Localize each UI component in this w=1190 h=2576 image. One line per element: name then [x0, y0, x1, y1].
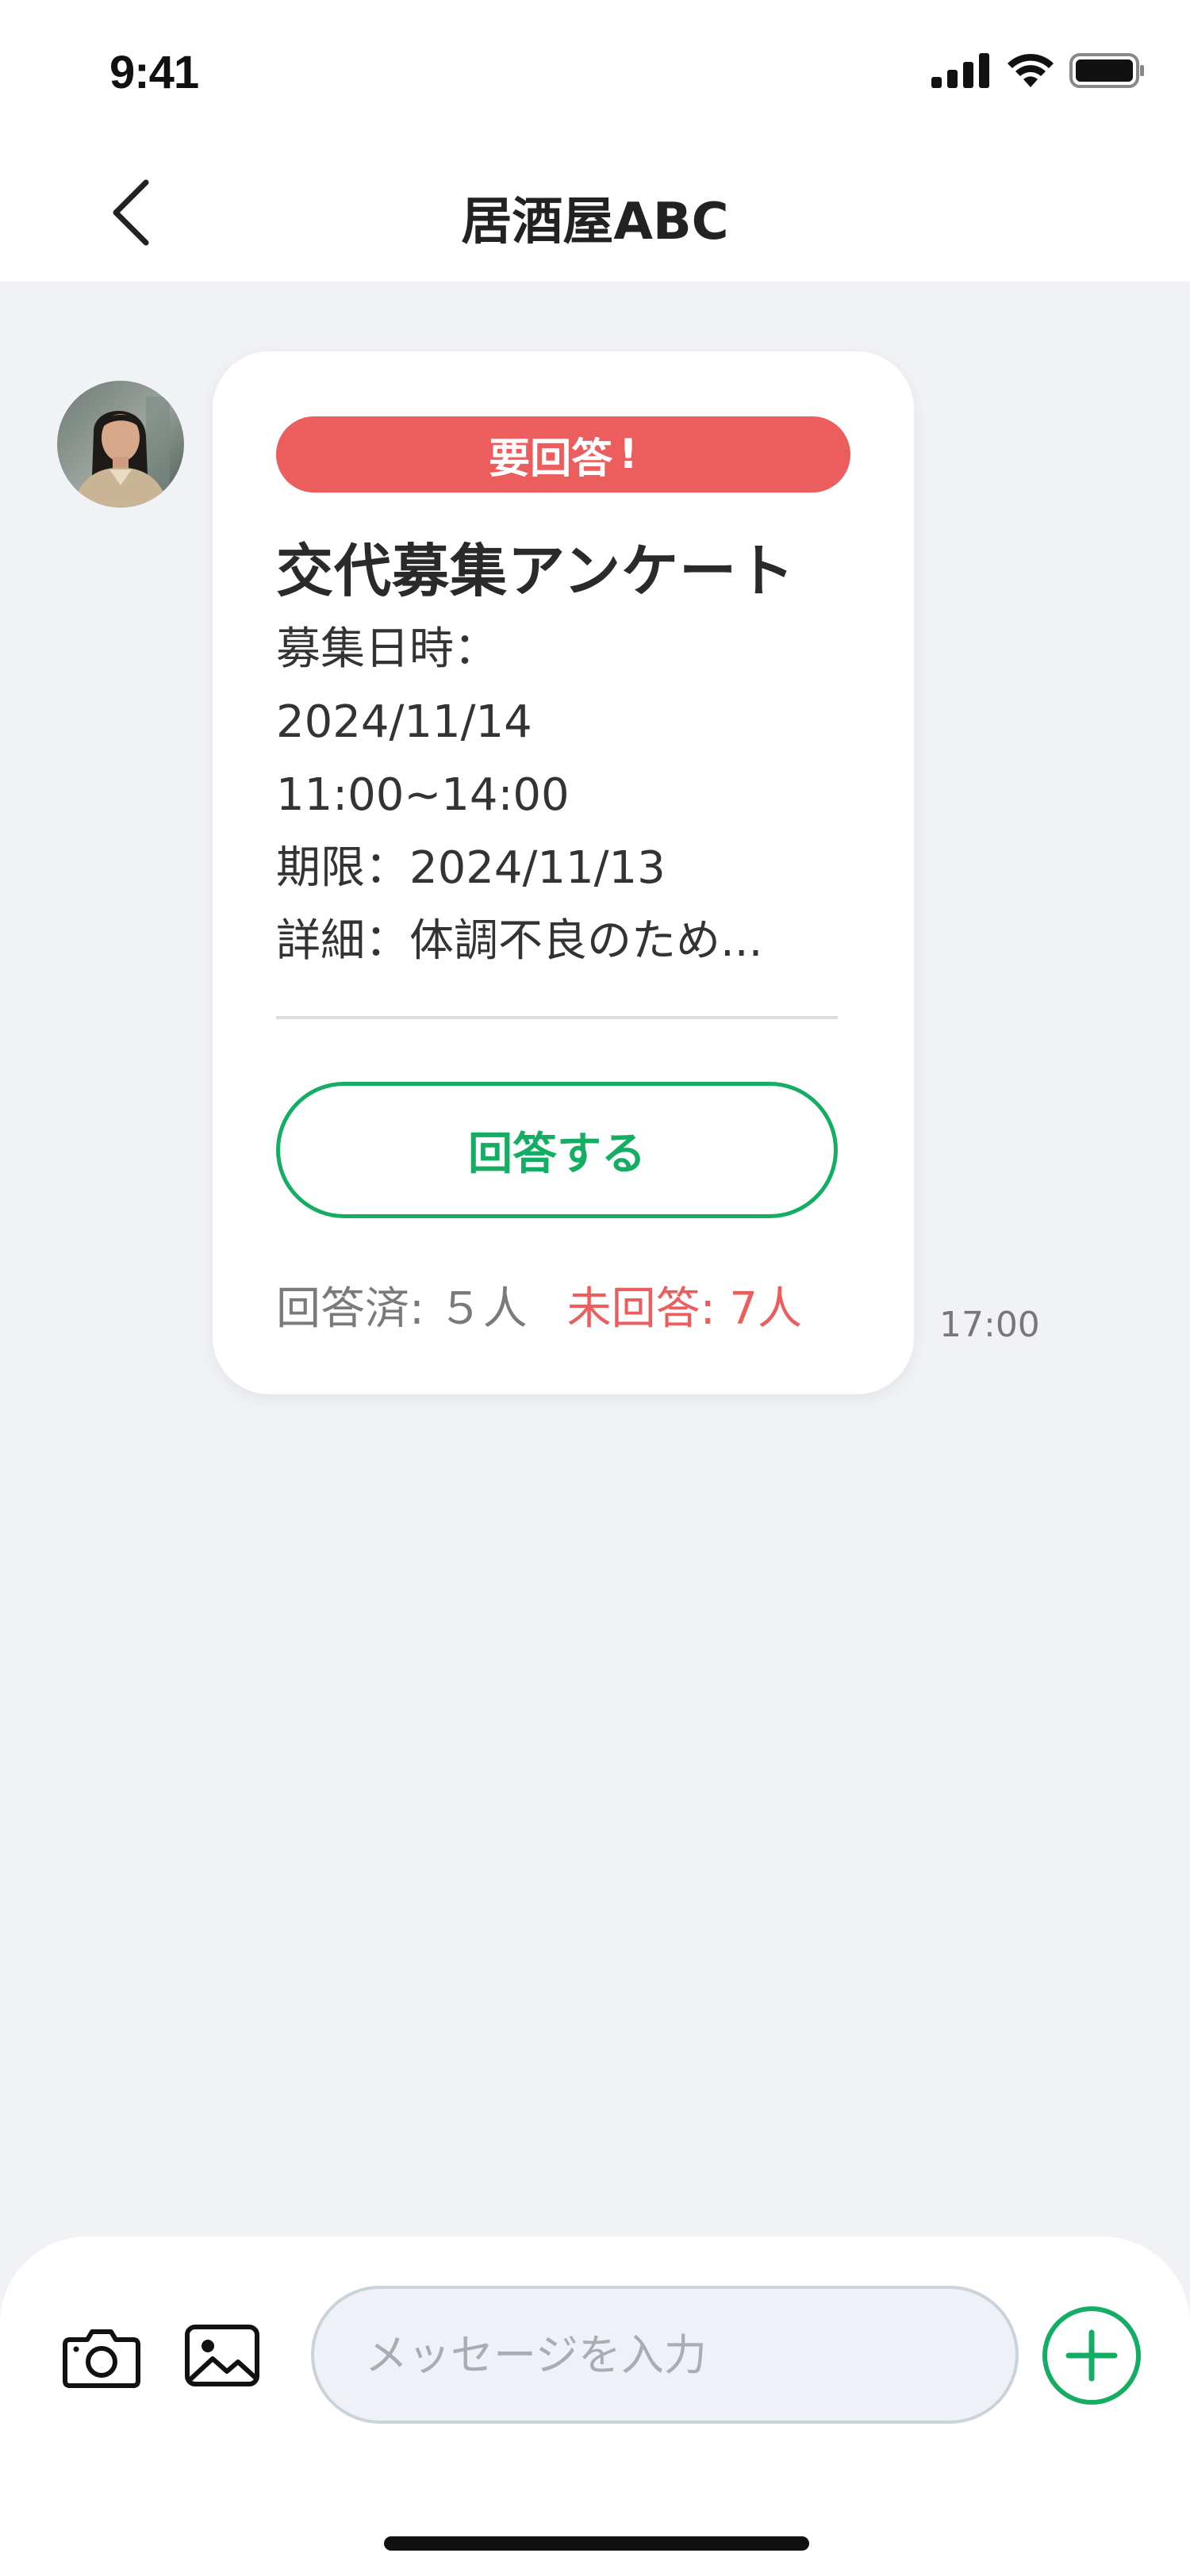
detail-line: 11:00~14:00: [276, 769, 570, 821]
cellular-signal-icon: [931, 53, 992, 91]
status-time: 9:41: [109, 47, 199, 98]
sender-avatar[interactable]: [57, 381, 184, 508]
battery-icon: [1069, 52, 1146, 92]
wifi-icon: [1006, 52, 1055, 92]
chat-title: 居酒屋ABC: [461, 193, 729, 251]
camera-icon: [63, 2329, 140, 2388]
divider: [276, 1016, 838, 1019]
navigation-bar: 居酒屋ABC: [0, 143, 1190, 282]
survey-details: 募集日時： 2024/11/14 11:00~14:00 期限：2024/11/…: [276, 613, 762, 978]
image-button[interactable]: [181, 2314, 263, 2397]
message-input[interactable]: [311, 2286, 1019, 2424]
plus-icon: [1065, 2329, 1118, 2382]
detail-line: 期限：2024/11/13: [276, 842, 666, 894]
survey-message-card: 要回答 ! 交代募集アンケート 募集日時： 2024/11/14 11:00~1…: [213, 351, 914, 1394]
home-indicator: [384, 2536, 809, 2551]
status-bar: 9:41: [0, 0, 1190, 143]
image-icon: [185, 2325, 259, 2386]
answered-count: 回答済: ５人: [276, 1283, 528, 1335]
message-composer: [0, 2237, 1190, 2576]
unanswered-count: 未回答: 7人: [566, 1283, 802, 1335]
status-icons: [931, 52, 1146, 92]
message-timestamp: 17:00: [939, 1305, 1040, 1345]
response-required-badge: 要回答 !: [276, 416, 850, 493]
survey-title: 交代募集アンケート: [276, 538, 796, 604]
answer-button[interactable]: 回答する: [276, 1082, 838, 1218]
detail-line: 詳細：体調不良のため...: [276, 915, 763, 967]
response-stats: 回答済: ５人 未回答: 7人: [276, 1273, 802, 1337]
detail-line: 募集日時：: [276, 623, 498, 675]
camera-button[interactable]: [60, 2316, 143, 2398]
add-button[interactable]: [1042, 2306, 1141, 2405]
badge-label: 要回答: [489, 435, 613, 483]
exclamation-icon: !: [619, 431, 638, 478]
detail-line: 2024/11/14: [276, 696, 532, 748]
